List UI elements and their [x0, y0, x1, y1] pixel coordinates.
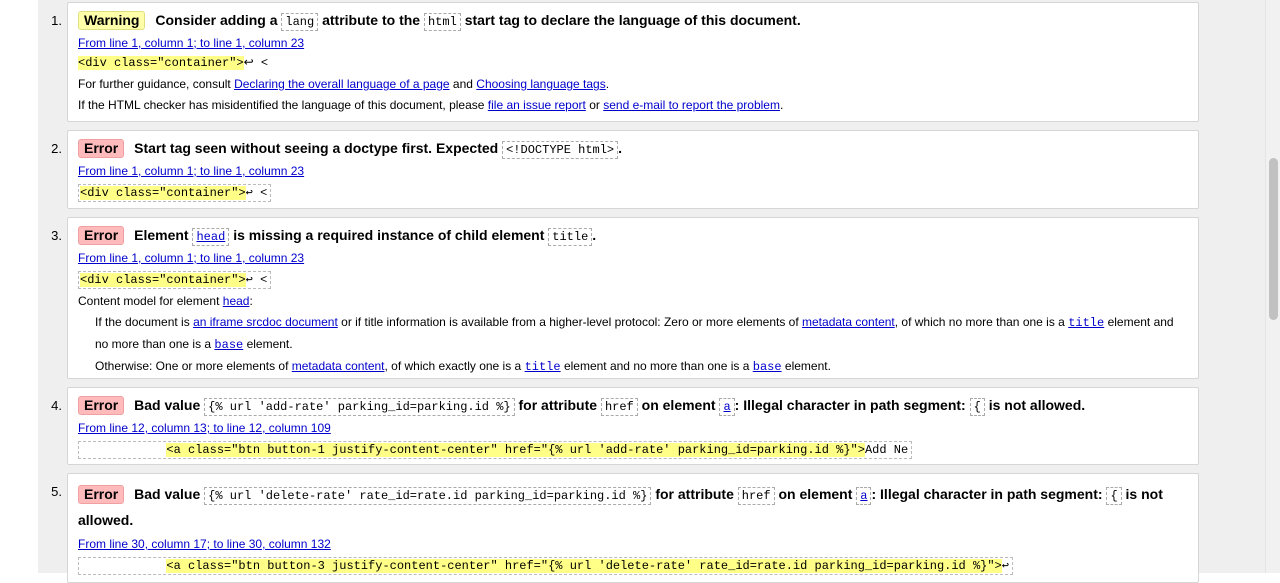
message-number: 4. — [51, 398, 62, 413]
code-href: href — [737, 487, 775, 505]
code-a-link: a — [719, 398, 735, 416]
code-doctype: <!DOCTYPE html> — [502, 141, 619, 159]
code-lang: lang — [281, 13, 319, 31]
code-brace: { — [969, 398, 985, 416]
code-html: html — [423, 13, 461, 31]
location-link[interactable]: From line 1, column 1; to line 1, column… — [78, 36, 1188, 51]
scrollbar-thumb[interactable] — [1269, 158, 1278, 320]
misidentified-text: If the HTML checker has misidentified th… — [78, 98, 784, 112]
message-heading: Error Bad value {% url 'add-rate' parkin… — [78, 396, 1188, 416]
code-brace: { — [1106, 487, 1122, 505]
error-badge: Error — [78, 226, 125, 245]
code-extract: <a class="btn button-1 justify-content-c… — [78, 441, 913, 459]
message-heading: Error Bad value {% url 'delete-rate' rat… — [78, 485, 1163, 528]
guidance-text: For further guidance, consult Declaring … — [78, 77, 610, 91]
location-link[interactable]: From line 30, column 17; to line 30, col… — [78, 537, 1188, 552]
link-iframe-srcdoc[interactable]: an iframe srcdoc document — [193, 315, 338, 329]
link-send-email[interactable]: send e-mail to report the problem — [603, 98, 780, 112]
error-badge: Error — [78, 139, 125, 158]
message-item: 1. Warning Consider adding a lang attrib… — [51, 2, 1199, 122]
link-a-element[interactable]: a — [860, 489, 867, 503]
vertical-scrollbar[interactable] — [1265, 0, 1280, 573]
link-base-element[interactable]: base — [214, 338, 243, 352]
link-base-element-2[interactable]: base — [753, 360, 782, 374]
location-link[interactable]: From line 1, column 1; to line 1, column… — [78, 164, 1188, 179]
content-model-iframe: If the document is an iframe srcdoc docu… — [95, 315, 1174, 352]
link-declaring-language[interactable]: Declaring the overall language of a page — [234, 77, 449, 91]
code-bad-value: {% url 'delete-rate' rate_id=rate.id par… — [204, 487, 652, 505]
link-metadata-content-2[interactable]: metadata content — [292, 359, 385, 373]
location-link[interactable]: From line 1, column 1; to line 1, column… — [78, 251, 1188, 266]
error-badge: Error — [78, 396, 125, 415]
message-item: 4. Error Bad value {% url 'add-rate' par… — [51, 387, 1199, 465]
message-number: 3. — [51, 228, 62, 243]
code-head-link: head — [192, 228, 230, 246]
code-extract: <div class="container">↩ < — [78, 184, 272, 202]
error-badge: Error — [78, 485, 125, 504]
message-number: 1. — [51, 13, 62, 28]
message-item: 5. Error Bad value {% url 'delete-rate' … — [51, 473, 1199, 583]
link-head-element-2[interactable]: head — [223, 294, 250, 308]
message-number: 5. — [51, 484, 62, 499]
code-href: href — [600, 398, 638, 416]
link-title-element-2[interactable]: title — [525, 360, 561, 374]
message-item: 2. Error Start tag seen without seeing a… — [51, 130, 1199, 209]
code-title: title — [548, 228, 593, 246]
code-extract: <a class="btn button-3 justify-content-c… — [78, 557, 1013, 575]
code-extract: <div class="container">↩ < — [78, 271, 272, 289]
content-model-label: Content model for element head: — [78, 294, 253, 308]
code-bad-value: {% url 'add-rate' parking_id=parking.id … — [204, 398, 515, 416]
message-heading: Error Element head is missing a required… — [78, 226, 1188, 246]
code-a-link: a — [856, 487, 872, 505]
message-item: 3. Error Element head is missing a requi… — [51, 217, 1199, 379]
link-choosing-language-tags[interactable]: Choosing language tags — [476, 77, 605, 91]
warning-badge: Warning — [78, 11, 146, 30]
link-metadata-content[interactable]: metadata content — [802, 315, 895, 329]
link-title-element[interactable]: title — [1068, 316, 1104, 330]
message-number: 2. — [51, 141, 62, 156]
content-model-otherwise: Otherwise: One or more elements of metad… — [95, 359, 831, 374]
link-head-element[interactable]: head — [196, 230, 225, 244]
link-file-issue[interactable]: file an issue report — [488, 98, 586, 112]
code-extract: <div class="container">↩ < — [78, 56, 269, 70]
location-link[interactable]: From line 12, column 13; to line 12, col… — [78, 421, 1188, 436]
message-heading: Error Start tag seen without seeing a do… — [78, 139, 1188, 159]
link-a-element[interactable]: a — [723, 400, 730, 414]
message-heading: Warning Consider adding a lang attribute… — [78, 11, 1188, 31]
